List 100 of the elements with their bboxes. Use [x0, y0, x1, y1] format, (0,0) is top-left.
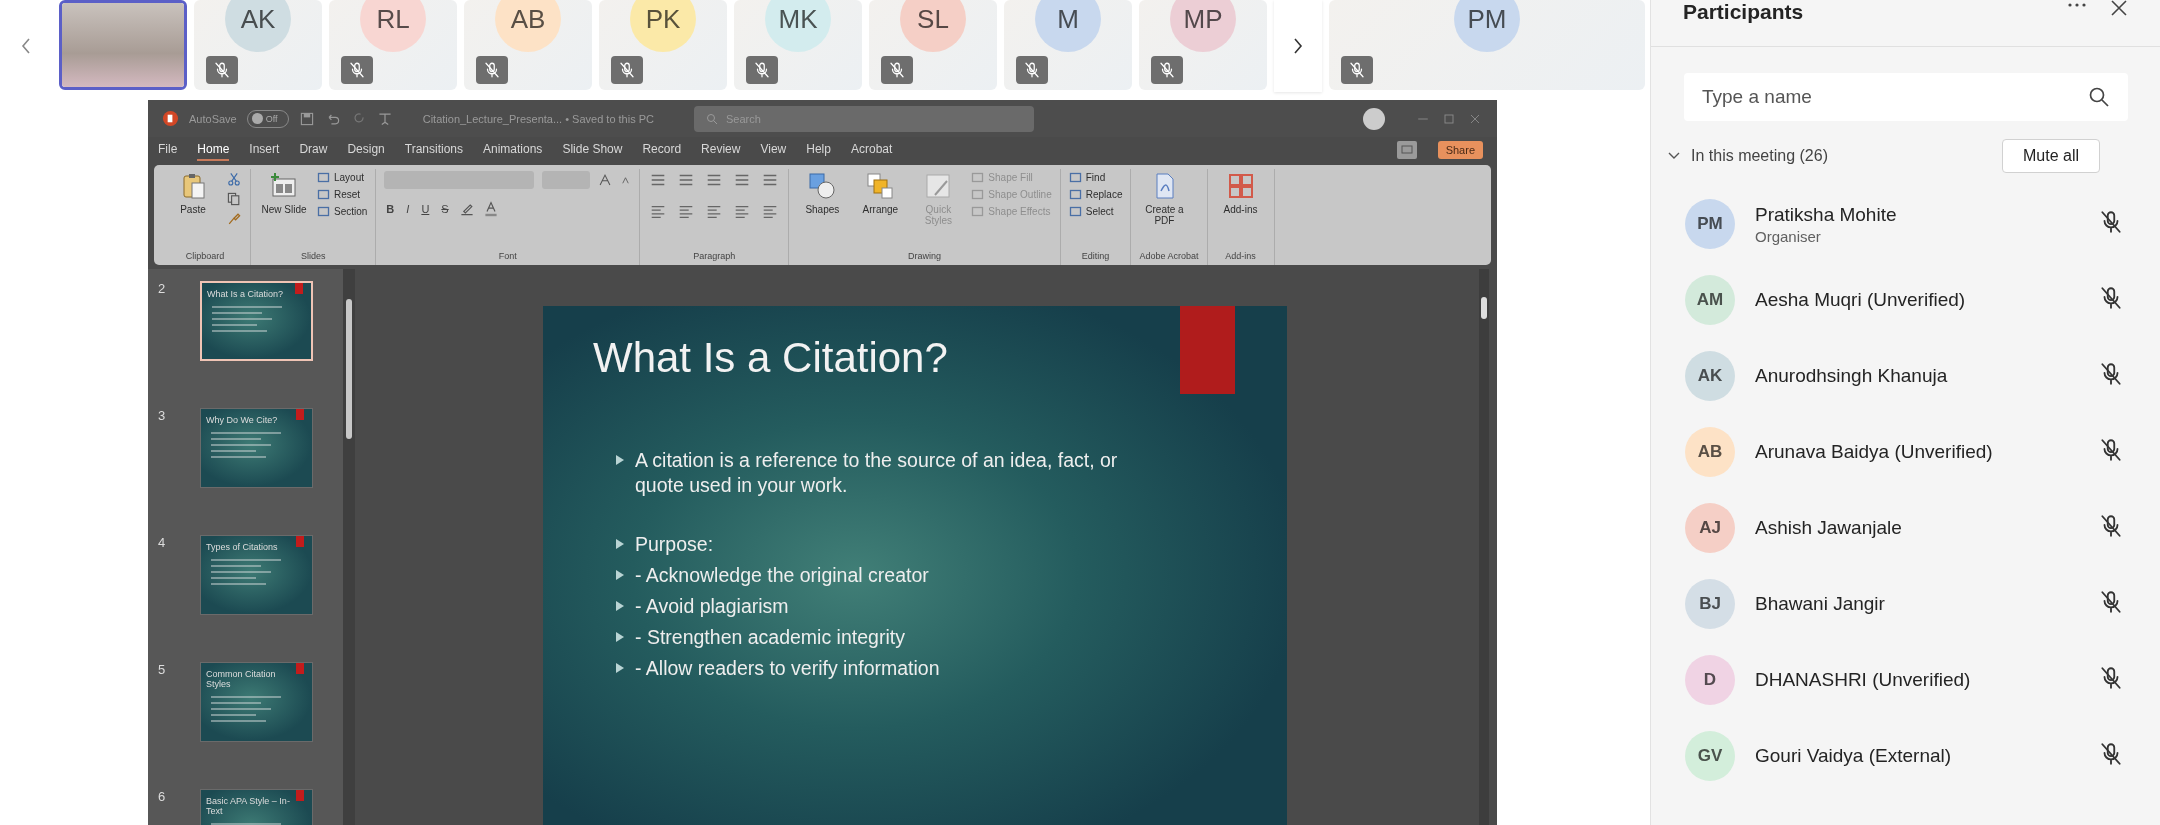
ribbon-command[interactable]: Layout [317, 171, 368, 184]
bullet-icon [615, 631, 625, 643]
scrollbar[interactable] [343, 269, 355, 825]
ribbon-button[interactable]: Shapes [797, 169, 848, 251]
avatar-initials: BJ [1685, 579, 1735, 629]
bullet-text: A citation is a reference to the source of an idea, fact, or quote used in your work. [635, 448, 1119, 498]
slide-number: 3 [158, 408, 167, 425]
participant-tile[interactable]: SL [869, 0, 997, 90]
ribbon-tab[interactable]: File [158, 139, 178, 161]
scissors-icon[interactable] [226, 171, 242, 187]
ribbon-command[interactable]: Find [1068, 171, 1123, 184]
copy-icon[interactable] [226, 191, 242, 207]
format-button[interactable]: S [439, 203, 451, 215]
bullet-text: Purpose: [635, 532, 714, 557]
ribbon-tab[interactable]: Help [806, 139, 831, 161]
slide-number: 2 [158, 281, 167, 298]
participant-name: Anurodhsingh Khanuja [1755, 365, 1949, 387]
participant-tile[interactable]: MK [734, 0, 862, 90]
bullet-icon [615, 569, 625, 581]
ribbon-tab[interactable]: Home [197, 139, 230, 161]
mic-off-icon [888, 61, 906, 79]
format-button[interactable]: U [419, 203, 432, 215]
participant-role: Organiser [1755, 227, 1822, 245]
ribbon-tab[interactable]: Review [701, 139, 741, 161]
ribbon-tab[interactable]: Animations [483, 139, 543, 161]
ribbon-group-label: Add-ins [1224, 251, 1257, 263]
participant-tile[interactable]: AB [464, 0, 592, 90]
ribbon-command[interactable]: Reset [317, 188, 368, 201]
ribbon-command[interactable]: Select [1068, 205, 1123, 218]
participant-tile[interactable]: MP [1139, 0, 1267, 90]
participant-name: Gouri Vaidya (External) [1755, 745, 1953, 767]
bullet-text: - Allow readers to verify information [635, 656, 940, 681]
ribbon-button[interactable]: Arrange [855, 169, 906, 251]
participant-name: Ashish Jawanjale [1755, 517, 1903, 539]
share-button[interactable]: Share [1437, 141, 1483, 159]
search-field[interactable]: Type a name [1684, 73, 2128, 121]
ribbon-group-label: Adobe Acrobat [1139, 251, 1199, 263]
font-color-icon[interactable] [482, 201, 499, 217]
command-icon [1068, 188, 1082, 201]
comment-icon[interactable] [1395, 140, 1418, 160]
participant-tile[interactable]: PM [1329, 0, 1645, 90]
ribbon-button[interactable]: Paste [168, 169, 218, 251]
command-icon [1068, 205, 1082, 218]
accent-bar [295, 283, 303, 294]
slide-thumbnail[interactable]: Common Citation Styles [200, 662, 313, 742]
format-button[interactable]: I [404, 203, 412, 215]
ribbon-tab[interactable]: View [760, 139, 787, 161]
command-icon [317, 171, 330, 184]
avatar-initials: AB [495, 0, 561, 52]
highlighter-icon[interactable] [458, 201, 475, 217]
profile-avatar[interactable] [1363, 107, 1385, 130]
participant-tile[interactable]: RL [329, 0, 457, 90]
mic-off-icon [2098, 437, 2124, 463]
participant-tile[interactable]: AK [194, 0, 322, 90]
slide-thumbnail[interactable]: What Is a Citation? [200, 281, 313, 361]
ribbon-command-icon [807, 171, 838, 201]
slide-thumbnail[interactable]: Basic APA Style – In-Text [200, 789, 313, 825]
brush-icon[interactable] [226, 211, 242, 227]
ribbon-tab[interactable]: Acrobat [850, 139, 893, 161]
scrollbar[interactable] [1479, 269, 1489, 825]
format-button[interactable]: B [384, 203, 397, 215]
search-icon [2088, 86, 2110, 108]
ribbon-tab[interactable]: Transitions [404, 139, 463, 161]
ribbon-command[interactable]: Replace [1068, 188, 1123, 201]
grow-font-icon[interactable] [598, 173, 613, 187]
ribbon-command[interactable]: Section [317, 205, 368, 218]
avatar-initials: RL [360, 0, 426, 52]
command-icon [317, 205, 330, 218]
mic-off-icon [618, 61, 636, 79]
ribbon-button[interactable]: Add-ins [1215, 169, 1266, 251]
participant-name: Pratiksha Mohite [1755, 203, 1898, 226]
slide-thumbnail[interactable]: Why Do We Cite? [200, 408, 313, 488]
mic-off-icon [483, 61, 501, 79]
ribbon-button[interactable]: New Slide [259, 169, 309, 251]
mute-all-button[interactable]: Mute all [2001, 139, 2100, 173]
ribbon-group-label: Slides [299, 251, 327, 263]
ribbon-group-label: Font [497, 251, 518, 263]
ribbon-tab[interactable]: Insert [249, 139, 280, 161]
slide-thumbnail[interactable]: Types of Citations [200, 535, 313, 615]
ribbon-tab[interactable]: Slide Show [562, 139, 623, 161]
shrink-font-icon[interactable] [620, 174, 632, 186]
avatar-initials: AK [225, 0, 291, 52]
slide-number: 4 [158, 535, 167, 552]
section-label[interactable]: In this meeting (26) [1691, 147, 1992, 165]
command-icon [1068, 171, 1082, 184]
bullet-text: - Avoid plagiarism [635, 594, 789, 619]
save-icon[interactable] [298, 110, 315, 127]
ribbon-tab[interactable]: Design [347, 139, 385, 161]
mic-off-icon [2098, 361, 2124, 387]
slide-number: 5 [158, 662, 167, 679]
participant-tile[interactable]: M [1004, 0, 1132, 90]
ribbon-tab[interactable]: Draw [299, 139, 328, 161]
avatar-initials: AB [1685, 427, 1735, 477]
mic-off-icon [213, 61, 231, 79]
ribbon-button[interactable]: Create a PDF [1139, 169, 1190, 251]
ribbon-tab[interactable]: Record [642, 139, 682, 161]
participant-tile[interactable]: PK [599, 0, 727, 90]
mic-off-icon [2098, 589, 2124, 615]
avatar-initials: AJ [1685, 503, 1735, 553]
avatar-initials: PK [630, 0, 696, 52]
